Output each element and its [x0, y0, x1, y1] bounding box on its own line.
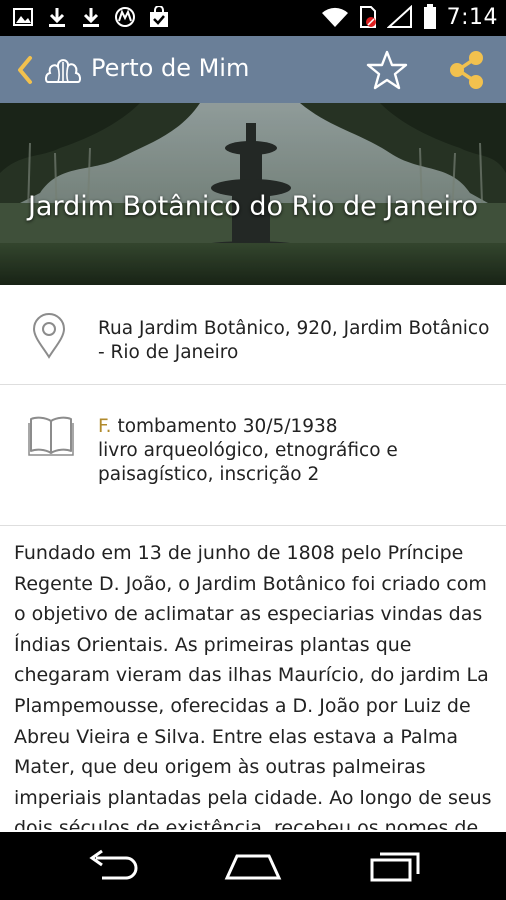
- chevron-left-icon: [18, 56, 32, 84]
- back-nav-icon[interactable]: [82, 848, 142, 884]
- heritage-text: F. tombamento 30/5/1938 livro arqueológi…: [98, 415, 498, 487]
- back-button[interactable]: [8, 50, 42, 90]
- heritage-prefix: F.: [98, 416, 112, 437]
- hero-banner: Jardim Botânico do Rio de Janeiro: [0, 103, 506, 285]
- location-pin-icon: [32, 313, 66, 359]
- share-icon[interactable]: [448, 50, 486, 90]
- address-text: Rua Jardim Botânico, 920, Jardim Botânic…: [98, 318, 490, 363]
- wifi-icon: [321, 7, 348, 27]
- notification-icons: [12, 6, 170, 28]
- system-icons: 7:14: [321, 4, 498, 30]
- image-icon: [13, 8, 33, 26]
- home-nav-icon[interactable]: [223, 848, 283, 884]
- shopping-bag-icon: [150, 6, 168, 27]
- no-sim-icon: [359, 6, 376, 28]
- heritage-row: F. tombamento 30/5/1938 livro arqueológi…: [0, 385, 506, 526]
- description-text: Fundado em 13 de junho de 1808 pelo Prín…: [14, 542, 492, 830]
- clock: 7:14: [446, 4, 498, 30]
- book-icon: [28, 416, 74, 456]
- app-bar: Perto de Mim: [0, 36, 506, 103]
- motorola-icon: [115, 7, 135, 27]
- recent-apps-nav-icon[interactable]: [364, 848, 424, 884]
- address-row[interactable]: Rua Jardim Botânico, 920, Jardim Botânic…: [0, 285, 506, 385]
- favorite-star-icon[interactable]: [366, 49, 408, 91]
- navigation-bar: [0, 832, 506, 900]
- signal-icon: [386, 5, 412, 28]
- app-title: Perto de Mim: [91, 54, 250, 82]
- download-icon: [83, 8, 99, 27]
- app-logo-icon: [44, 59, 82, 83]
- hero-title: Jardim Botânico do Rio de Janeiro: [27, 191, 479, 222]
- heritage-line1: tombamento 30/5/1938: [111, 416, 338, 437]
- status-bar: 7:14: [0, 0, 506, 36]
- heritage-line2: livro arqueológico, etnográfico e paisag…: [98, 440, 398, 485]
- battery-icon: [423, 4, 436, 29]
- download-icon: [49, 8, 65, 27]
